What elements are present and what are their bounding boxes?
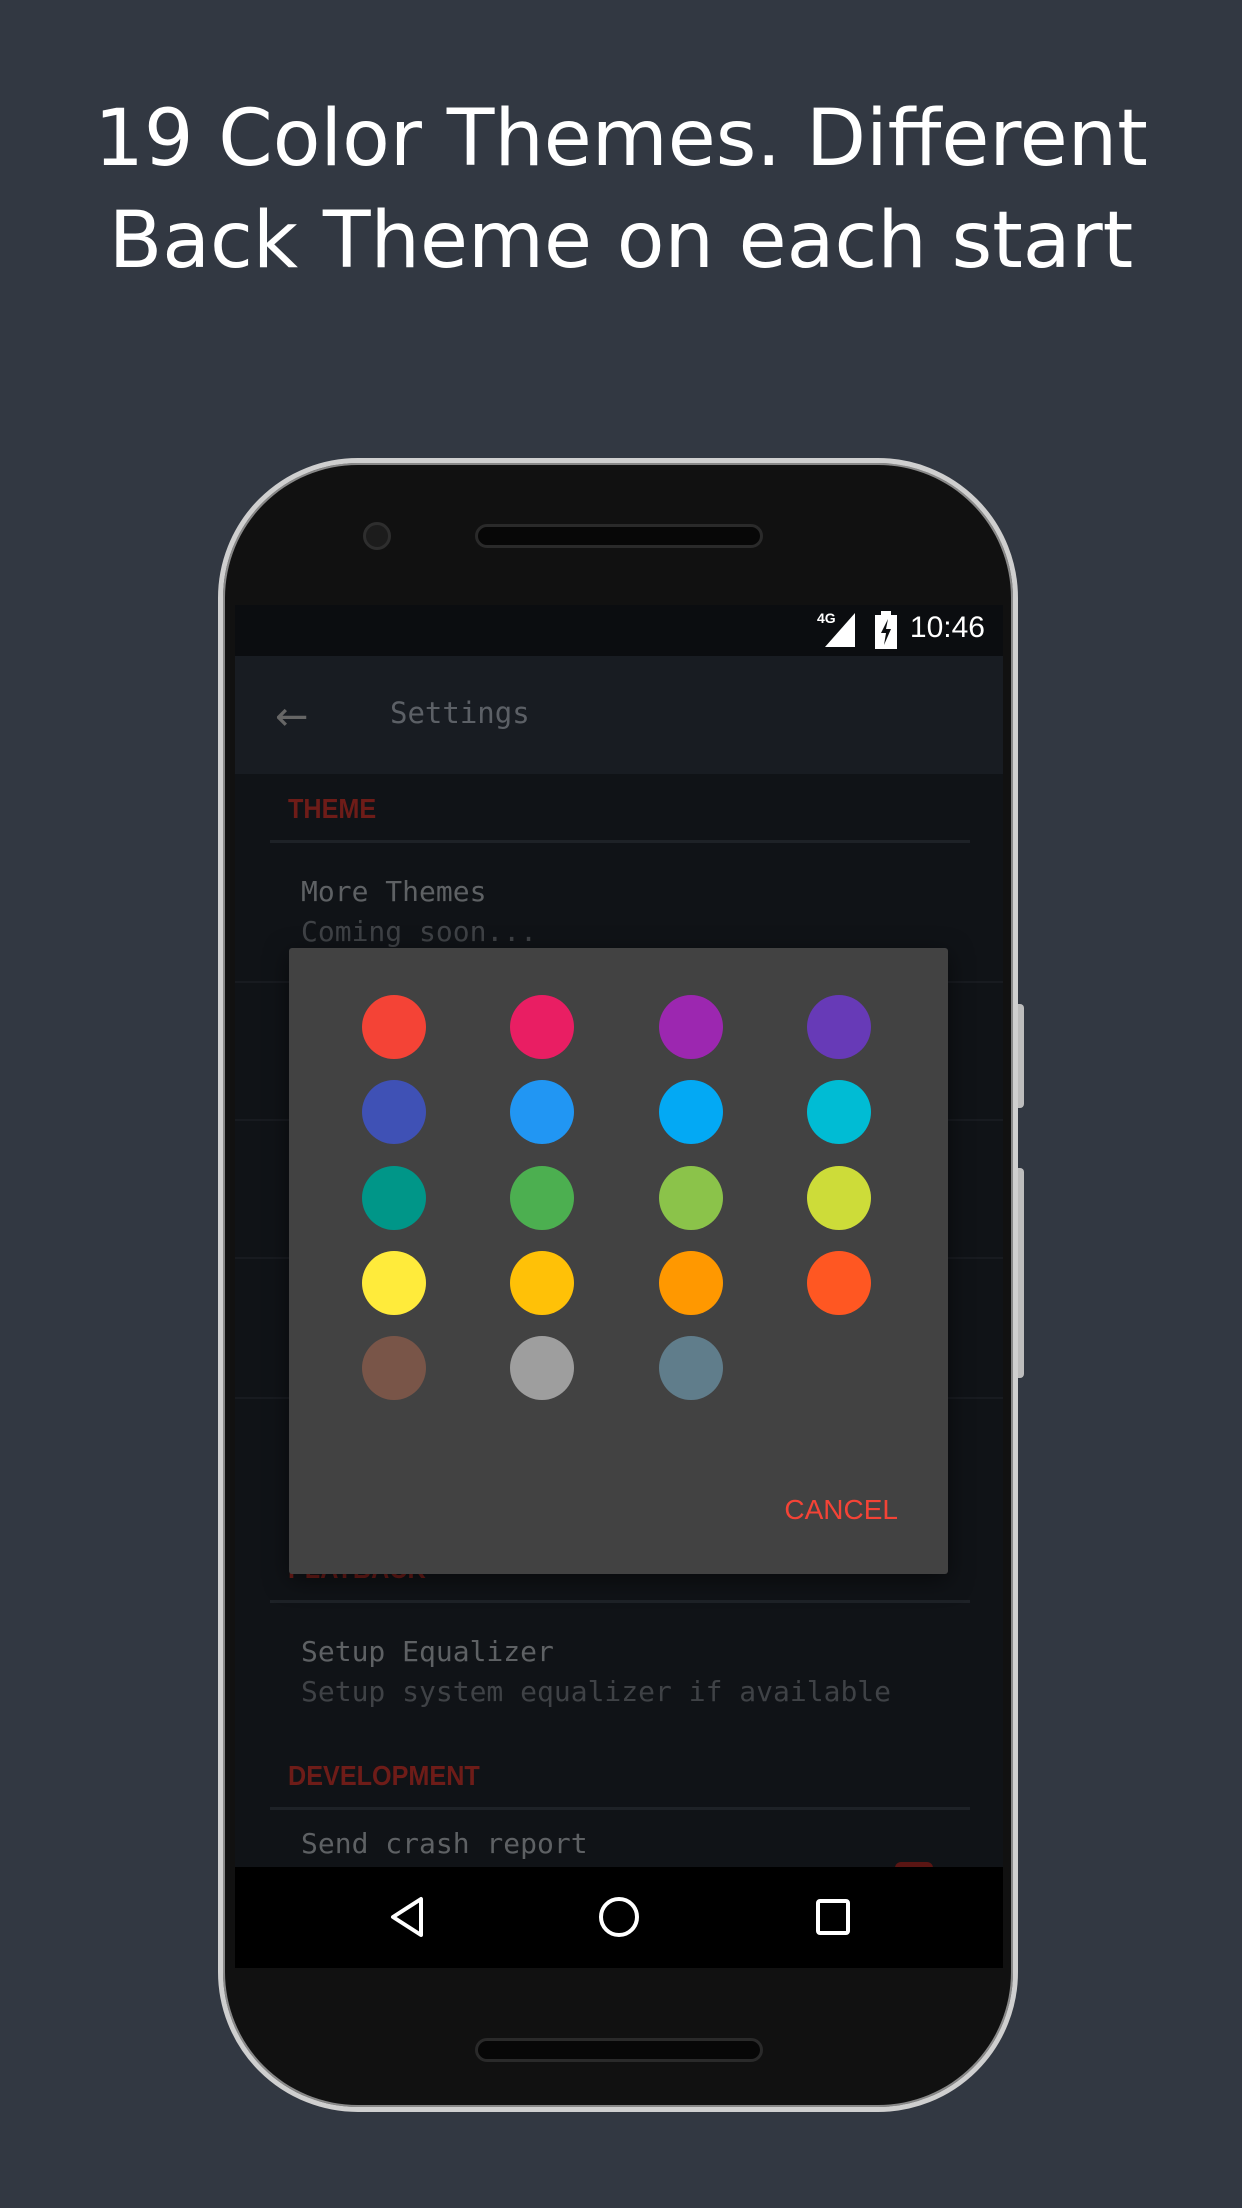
bottom-speaker bbox=[475, 2038, 763, 2062]
color-swatch[interactable] bbox=[807, 1080, 871, 1144]
color-swatch[interactable] bbox=[362, 1336, 426, 1400]
navigation-bar bbox=[235, 1867, 1003, 1968]
color-swatch[interactable] bbox=[807, 1166, 871, 1230]
divider bbox=[270, 840, 970, 843]
recents-square-icon[interactable] bbox=[813, 1895, 853, 1939]
cancel-button[interactable]: CANCEL bbox=[784, 1494, 898, 1526]
setting-title: More Themes bbox=[301, 875, 487, 908]
battery-charging-icon bbox=[875, 611, 897, 649]
color-swatch[interactable] bbox=[362, 995, 426, 1059]
signal-icon bbox=[825, 613, 855, 647]
color-swatch[interactable] bbox=[510, 1080, 574, 1144]
color-swatch[interactable] bbox=[362, 1166, 426, 1230]
color-picker-dialog: CANCEL bbox=[289, 948, 948, 1574]
headline: 19 Color Themes. Different Back Theme on… bbox=[0, 88, 1242, 292]
phone-screen: 4G 10:46 ← Settings THEME More Themes Co… bbox=[235, 605, 1003, 1968]
color-swatch[interactable] bbox=[659, 1251, 723, 1315]
divider bbox=[270, 1807, 970, 1810]
color-swatch[interactable] bbox=[659, 995, 723, 1059]
color-swatch[interactable] bbox=[807, 995, 871, 1059]
setting-title: Send crash report bbox=[301, 1827, 588, 1860]
color-swatch[interactable] bbox=[362, 1251, 426, 1315]
section-header-theme: THEME bbox=[288, 793, 377, 824]
headline-line-2: Back Theme on each start bbox=[108, 196, 1134, 286]
setting-subtitle: Coming soon... bbox=[301, 915, 538, 948]
color-swatch[interactable] bbox=[510, 1336, 574, 1400]
color-swatch[interactable] bbox=[510, 995, 574, 1059]
color-swatch[interactable] bbox=[510, 1251, 574, 1315]
home-circle-icon[interactable] bbox=[597, 1895, 641, 1939]
arrow-left-icon[interactable]: ← bbox=[275, 694, 309, 740]
clock: 10:46 bbox=[909, 611, 985, 644]
color-swatch[interactable] bbox=[659, 1166, 723, 1230]
top-speaker bbox=[475, 524, 763, 548]
color-swatch[interactable] bbox=[659, 1080, 723, 1144]
toolbar: ← Settings bbox=[235, 656, 1003, 774]
setting-title: Setup Equalizer bbox=[301, 1635, 554, 1668]
color-swatch[interactable] bbox=[362, 1080, 426, 1144]
back-triangle-icon[interactable] bbox=[387, 1895, 427, 1939]
toolbar-title: Settings bbox=[390, 696, 530, 730]
section-header-development: DEVELOPMENT bbox=[288, 1760, 480, 1791]
color-swatch[interactable] bbox=[807, 1251, 871, 1315]
front-camera bbox=[363, 522, 391, 550]
color-swatch[interactable] bbox=[510, 1166, 574, 1230]
status-bar: 4G 10:46 bbox=[235, 605, 1003, 656]
color-swatch[interactable] bbox=[659, 1336, 723, 1400]
divider bbox=[270, 1600, 970, 1603]
headline-line-1: 19 Color Themes. Different bbox=[94, 94, 1148, 184]
setting-subtitle: Setup system equalizer if available bbox=[301, 1675, 892, 1708]
